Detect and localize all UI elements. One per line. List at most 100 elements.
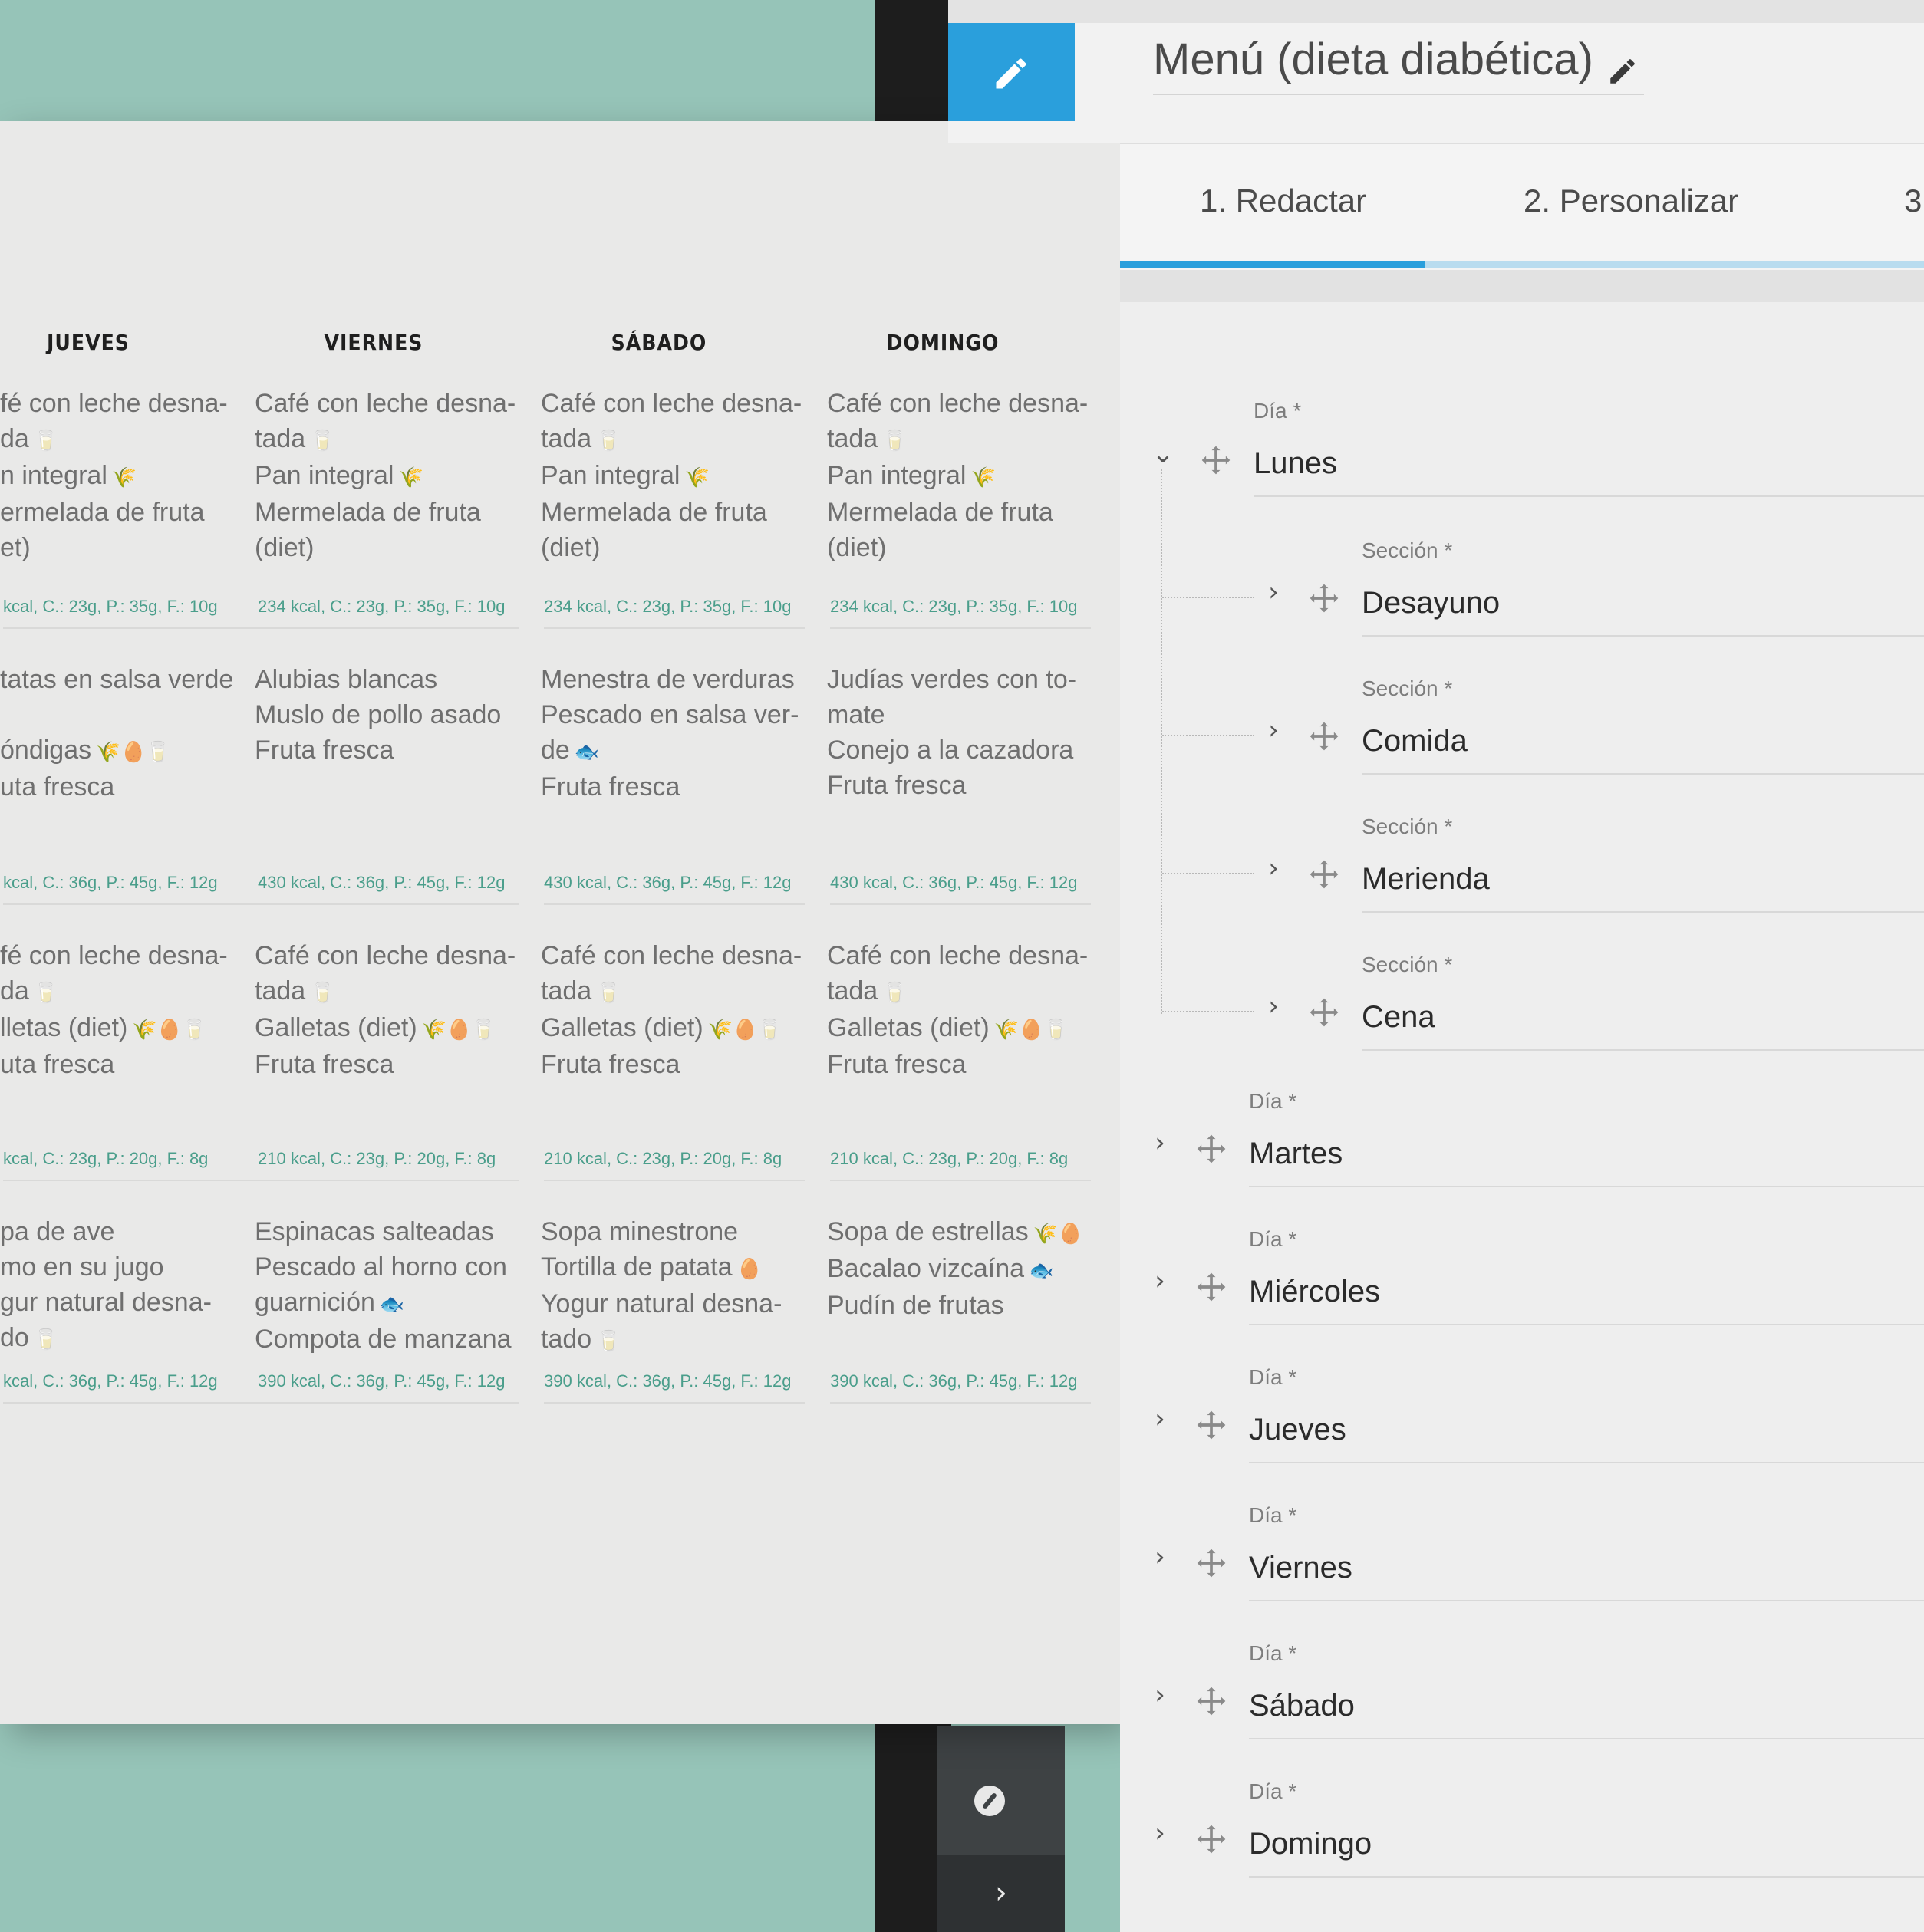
tab-personalizar[interactable]: 2. Personalizar xyxy=(1524,183,1738,219)
allergen-icon: 🌾🥚🥛 xyxy=(421,1018,496,1041)
chevron-right-icon[interactable]: › xyxy=(1260,991,1287,1022)
move-arrows-icon[interactable] xyxy=(1307,857,1341,891)
field-underline xyxy=(1249,1876,1924,1878)
day-field-value[interactable]: Martes xyxy=(1249,1137,1343,1171)
day-field-value[interactable]: Sábado xyxy=(1249,1689,1355,1723)
meal-line: Café con leche desna- xyxy=(541,386,802,421)
meal-line: tada 🥛 xyxy=(255,973,516,1010)
meal-text: Pan integral xyxy=(827,461,967,490)
move-arrows-icon[interactable] xyxy=(1194,1684,1228,1718)
section-field-value[interactable]: Merienda xyxy=(1362,862,1490,897)
meal-block: Sopa de estrellas 🌾🥚 Bacalao vizcaína 🐟 Pudí… xyxy=(827,1214,1088,1323)
meal-text: uta fresca xyxy=(0,772,115,801)
nutrition-summary: kcal, C.: 36g, P.: 45g, F.: 12g xyxy=(3,1371,264,1404)
meal-text: Galletas (diet) xyxy=(255,1013,417,1042)
edit-mode-button[interactable] xyxy=(948,23,1075,121)
meal-line: pa de ave xyxy=(0,1214,261,1249)
allergen-icon: 🌾🥚🥛 xyxy=(993,1018,1069,1041)
chevron-right-icon[interactable]: › xyxy=(1146,1404,1174,1434)
move-arrows-icon[interactable] xyxy=(1194,1822,1228,1856)
day-field-value[interactable]: Viernes xyxy=(1249,1551,1352,1585)
day-field-value[interactable]: Domingo xyxy=(1249,1827,1372,1861)
chevron-right-icon[interactable]: › xyxy=(1260,853,1287,884)
day-field-value[interactable]: Lunes xyxy=(1254,446,1337,481)
allergen-icon: 🥚 xyxy=(736,1257,762,1280)
tab-step-3[interactable]: 3. xyxy=(1904,183,1924,219)
move-arrows-icon[interactable] xyxy=(1307,719,1341,753)
meal-line: Pan integral 🌾 xyxy=(255,458,516,495)
allergen-icon: 🌾🥚🥛 xyxy=(96,740,171,763)
section-field-value[interactable]: Comida xyxy=(1362,724,1468,759)
meal-line: (diet) xyxy=(255,530,516,565)
move-arrows-icon[interactable] xyxy=(1194,1270,1228,1304)
document-title[interactable]: Menú (dieta diabética) xyxy=(1153,34,1593,85)
meal-line: Café con leche desna- xyxy=(541,938,802,973)
meal-text: Fruta fresca xyxy=(827,1050,967,1079)
move-arrows-icon[interactable] xyxy=(1307,996,1341,1029)
day-field-value[interactable]: Miércoles xyxy=(1249,1275,1380,1309)
meal-text: Pudín de frutas xyxy=(827,1291,1004,1320)
chevron-right-icon[interactable]: › xyxy=(1146,1818,1174,1848)
compass-icon[interactable] xyxy=(974,1786,1005,1816)
move-arrows-icon[interactable] xyxy=(1199,443,1233,477)
tree-branch xyxy=(1162,597,1254,598)
meal-text: (diet) xyxy=(541,533,601,562)
chevron-right-icon[interactable]: › xyxy=(1260,715,1287,745)
section-field-value[interactable]: Cena xyxy=(1362,1000,1435,1035)
day-field-label: Día * xyxy=(1249,1503,1297,1527)
meal-line: tada 🥛 xyxy=(827,421,1088,458)
chevron-down-icon[interactable]: ⌄ xyxy=(1149,439,1177,469)
meal-text: Café con leche desna- xyxy=(255,941,516,970)
move-arrows-icon[interactable] xyxy=(1194,1546,1228,1580)
chevron-right-icon[interactable]: › xyxy=(1146,1680,1174,1710)
meal-text: tada xyxy=(541,424,592,453)
move-arrows-icon[interactable] xyxy=(1194,1132,1228,1166)
move-arrows-icon[interactable] xyxy=(1194,1408,1228,1442)
meal-text: ermelada de fruta xyxy=(0,498,205,527)
nutrition-summary: kcal, C.: 36g, P.: 45g, F.: 12g xyxy=(3,873,264,905)
meal-line: Tortilla de patata 🥚 xyxy=(541,1249,802,1286)
meal-text: Fruta fresca xyxy=(255,736,394,765)
meal-line: Pescado en salsa ver- xyxy=(541,697,802,732)
editor-top-bar xyxy=(948,0,1924,25)
meal-text: Espinacas salteadas xyxy=(255,1217,494,1246)
meal-line: Galletas (diet) 🌾🥚🥛 xyxy=(255,1010,516,1047)
meal-line: Café con leche desna- xyxy=(255,938,516,973)
meal-line: Alubias blancas xyxy=(255,662,516,697)
nutrition-summary: 234 kcal, C.: 23g, P.: 35g, F.: 10g xyxy=(258,597,519,629)
rename-pencil-icon[interactable] xyxy=(1606,55,1639,87)
section-field-value[interactable]: Desayuno xyxy=(1362,586,1500,620)
meal-text: Pescado en salsa ver- xyxy=(541,700,799,729)
meal-line: (diet) xyxy=(541,530,802,565)
meal-block: Café con leche desna-tada 🥛 Pan integral 🌾 M… xyxy=(255,386,516,565)
allergen-icon: 🌾 xyxy=(970,466,996,489)
meal-line: Fruta fresca xyxy=(541,1047,802,1082)
meal-text: Sopa de estrellas xyxy=(827,1217,1029,1246)
meal-line: Pan integral 🌾 xyxy=(541,458,802,495)
chevron-right-icon[interactable]: › xyxy=(1146,1542,1174,1572)
tab-redactar[interactable]: 1. Redactar xyxy=(1200,183,1366,219)
meal-block: Menestra de verduras Pescado en salsa ver… xyxy=(541,662,802,805)
meal-line: uta fresca xyxy=(0,1047,261,1082)
meal-text: guarnición xyxy=(255,1288,375,1317)
field-underline xyxy=(1249,1186,1924,1187)
day-field-value[interactable]: Jueves xyxy=(1249,1413,1346,1447)
field-underline xyxy=(1362,773,1924,775)
steps-tab-bar: 1. Redactar 2. Personalizar 3. xyxy=(1120,143,1924,272)
meal-line: tada 🥛 xyxy=(541,973,802,1010)
meal-text: pa de ave xyxy=(0,1217,115,1246)
meal-line: mo en su jugo xyxy=(0,1249,261,1285)
allergen-icon: 🐟 xyxy=(1029,1259,1054,1282)
meal-text: Mermelada de fruta xyxy=(541,498,767,527)
nutrition-summary: 210 kcal, C.: 23g, P.: 20g, F.: 8g xyxy=(830,1149,1091,1181)
rail-next-button[interactable]: › xyxy=(937,1855,1065,1932)
allergen-icon: 🌾🥚🥛 xyxy=(132,1018,207,1041)
chevron-right-icon[interactable]: › xyxy=(1146,1127,1174,1158)
day-field-label: Día * xyxy=(1249,1227,1297,1251)
move-arrows-icon[interactable] xyxy=(1307,581,1341,615)
chevron-right-icon[interactable]: › xyxy=(1260,577,1287,607)
meal-line: uta fresca xyxy=(0,769,261,805)
meal-text: tada xyxy=(255,424,306,453)
chevron-right-icon[interactable]: › xyxy=(1146,1266,1174,1296)
meal-text: do xyxy=(0,1323,29,1352)
